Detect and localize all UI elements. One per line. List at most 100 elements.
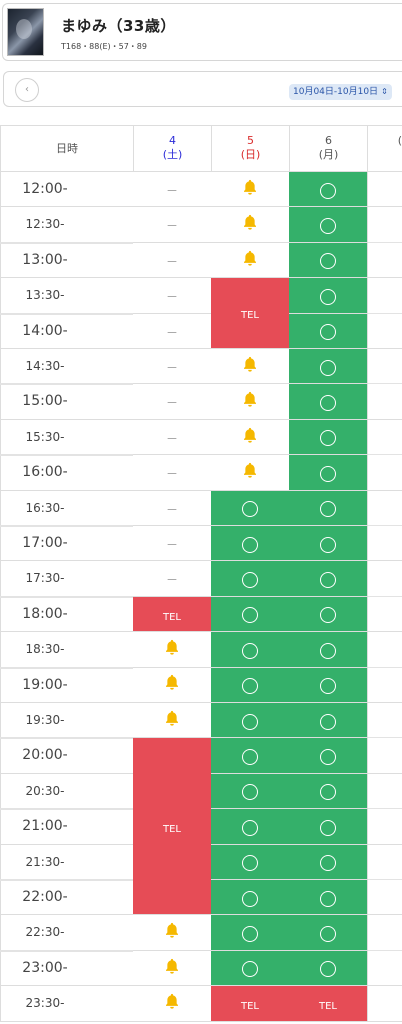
slot-available[interactable] — [289, 207, 368, 243]
slot-unavailable: － — [133, 419, 212, 456]
slot-cell-day7[interactable] — [367, 278, 402, 314]
slot-cell-day7[interactable] — [367, 561, 402, 597]
slot-available[interactable] — [211, 773, 290, 810]
bell-icon — [241, 244, 259, 279]
profile-card[interactable]: まゆみ（33歳） T168・88(E)・57・89 — [2, 3, 402, 61]
slot-cell-day7[interactable] — [367, 526, 402, 562]
slot-available[interactable] — [289, 419, 368, 456]
slot-tel[interactable]: TEL — [289, 986, 368, 1022]
slot-cell-day7[interactable] — [367, 809, 402, 845]
slot-available[interactable] — [211, 526, 290, 562]
slot-tel[interactable]: TEL — [211, 278, 290, 349]
time-slot-label: 19:30- — [0, 703, 134, 739]
circle-icon — [320, 642, 336, 659]
slot-bell[interactable] — [133, 986, 212, 1022]
slot-available[interactable] — [211, 915, 290, 951]
slot-cell-day7[interactable] — [367, 667, 402, 703]
slot-available[interactable] — [289, 242, 368, 279]
slot-available[interactable] — [211, 667, 290, 703]
slot-cell-day7[interactable] — [367, 773, 402, 810]
slot-cell-day7[interactable] — [367, 419, 402, 456]
slot-available[interactable] — [211, 632, 290, 668]
slot-tel[interactable]: TEL — [211, 986, 290, 1022]
circle-icon — [320, 182, 336, 199]
slot-available[interactable] — [289, 526, 368, 562]
slot-cell-day7[interactable] — [367, 844, 402, 880]
slot-bell[interactable] — [211, 419, 290, 456]
dash-label: － — [165, 573, 178, 588]
slot-available[interactable] — [289, 950, 368, 987]
slot-available[interactable] — [289, 172, 368, 208]
prev-week-button[interactable]: ‹ — [15, 78, 39, 102]
circle-icon — [320, 925, 336, 942]
slot-bell[interactable] — [133, 632, 212, 668]
slot-available[interactable] — [289, 561, 368, 597]
slot-cell-day7[interactable] — [367, 738, 402, 774]
slot-available[interactable] — [289, 596, 368, 633]
slot-available[interactable] — [289, 809, 368, 845]
slot-bell[interactable] — [211, 207, 290, 243]
slot-available[interactable] — [289, 738, 368, 774]
slot-available[interactable] — [211, 738, 290, 774]
slot-unavailable: － — [133, 490, 212, 526]
slot-available[interactable] — [211, 844, 290, 880]
slot-available[interactable] — [289, 703, 368, 739]
slot-cell-day7[interactable] — [367, 207, 402, 243]
slot-available[interactable] — [211, 809, 290, 845]
slot-cell-day7[interactable] — [367, 349, 402, 385]
slot-bell[interactable] — [133, 950, 212, 987]
slot-available[interactable] — [289, 667, 368, 703]
time-slot-label: 14:00- — [0, 313, 134, 349]
slot-cell-day7[interactable] — [367, 242, 402, 279]
slot-bell[interactable] — [211, 349, 290, 385]
circle-icon — [320, 288, 336, 305]
slot-bell[interactable] — [133, 915, 212, 951]
avatar[interactable] — [7, 8, 44, 56]
slot-available[interactable] — [211, 561, 290, 597]
slot-bell[interactable] — [133, 667, 212, 703]
slot-tel[interactable]: TEL — [133, 596, 212, 633]
slot-cell-day7[interactable] — [367, 986, 402, 1022]
slot-cell-day7[interactable] — [367, 490, 402, 526]
slot-available[interactable] — [289, 278, 368, 314]
slot-tel[interactable]: TEL — [133, 738, 212, 916]
circle-icon — [320, 359, 336, 376]
slot-bell[interactable] — [133, 703, 212, 739]
slot-available[interactable] — [289, 455, 368, 491]
slot-cell-day7[interactable] — [367, 880, 402, 916]
slot-bell[interactable] — [211, 172, 290, 208]
chevron-updown-icon: ⇕ — [381, 87, 388, 96]
slot-bell[interactable] — [211, 455, 290, 491]
slot-unavailable: － — [133, 561, 212, 597]
slot-available[interactable] — [211, 950, 290, 987]
week-range-select[interactable]: 10月04日-10月10日 ⇕ — [289, 84, 392, 100]
slot-available[interactable] — [211, 703, 290, 739]
slot-cell-day7[interactable] — [367, 455, 402, 491]
slot-bell[interactable] — [211, 384, 290, 420]
slot-cell-day7[interactable] — [367, 915, 402, 951]
slot-available[interactable] — [289, 490, 368, 526]
slot-available[interactable] — [289, 773, 368, 810]
slot-available[interactable] — [289, 313, 368, 349]
slot-cell-day7[interactable] — [367, 632, 402, 668]
slot-cell-day7[interactable] — [367, 703, 402, 739]
slot-available[interactable] — [289, 349, 368, 385]
slot-available[interactable] — [211, 880, 290, 916]
slot-available[interactable] — [211, 596, 290, 633]
circle-icon — [242, 501, 258, 518]
slot-bell[interactable] — [211, 242, 290, 279]
circle-icon — [320, 253, 336, 270]
slot-available[interactable] — [289, 632, 368, 668]
slot-cell-day7[interactable] — [367, 384, 402, 420]
circle-icon — [320, 324, 336, 341]
slot-cell-day7[interactable] — [367, 172, 402, 208]
slot-cell-day7[interactable] — [367, 950, 402, 987]
slot-available[interactable] — [289, 915, 368, 951]
slot-available[interactable] — [289, 384, 368, 420]
slot-available[interactable] — [289, 844, 368, 880]
slot-available[interactable] — [289, 880, 368, 916]
slot-available[interactable] — [211, 490, 290, 526]
slot-cell-day7[interactable] — [367, 313, 402, 349]
header-day-4: 4 (土) — [133, 125, 212, 172]
slot-cell-day7[interactable] — [367, 596, 402, 633]
